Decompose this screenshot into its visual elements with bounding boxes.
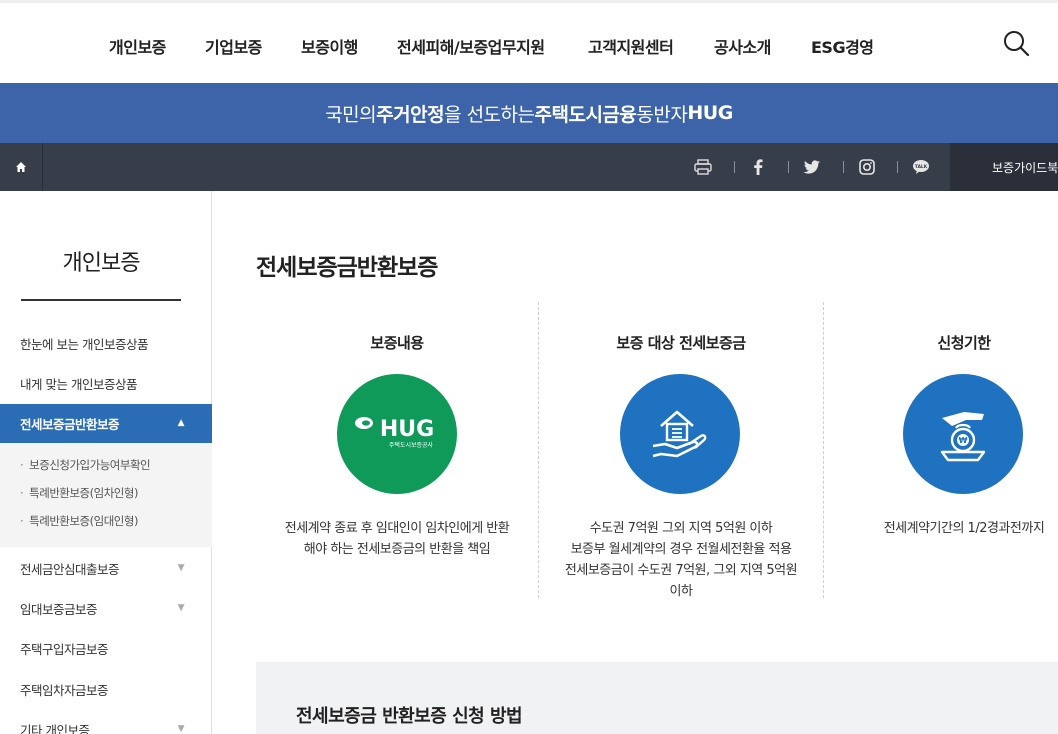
sidebar-item-label: 주택임차자금보증 <box>20 682 109 698</box>
sidebar-item-label: 기타 개인보증 <box>20 722 90 734</box>
search-icon[interactable] <box>1002 29 1032 59</box>
facebook-icon[interactable] <box>748 157 768 177</box>
guide-book-button[interactable]: 보증가이드북 <box>950 143 1058 191</box>
svg-text:HUG: HUG <box>380 417 434 442</box>
money-bag-hand-icon: ₩ <box>903 374 1023 494</box>
slogan-bold-1: 주거안정 <box>376 103 445 126</box>
gnb-item-guarantee-performance[interactable]: 보증이행 <box>301 34 358 58</box>
section-title: 전세보증금 반환보증 신청 방법 <box>296 706 523 727</box>
column-description: 전세계약 종료 후 임대인이 임차인에게 반환 해야 하는 전세보증금의 반환을… <box>284 521 510 557</box>
page-title: 전세보증금반환보증 <box>256 255 438 281</box>
submenu-item-special-return-tenant[interactable]: 특례반환보증(임차인형) <box>20 485 138 501</box>
sidebar-title-underline <box>21 299 181 301</box>
submenu-item-special-return-landlord[interactable]: 특례반환보증(임대인형) <box>20 513 138 529</box>
chevron-up-icon: ▲ <box>177 418 185 428</box>
sidebar-item-label: 전세보증금반환보증 <box>20 417 120 432</box>
gnb-item-jeonse-damage-support[interactable]: 전세피해/보증업무지원 <box>397 34 545 58</box>
info-column-target-deposit: 보증 대상 전세보증금 수도권 7억원 그외 지역 5억원 이하 보증부 월세계… <box>539 302 823 599</box>
svg-text:주택도시보증공사: 주택도시보증공사 <box>389 441 434 449</box>
column-description: 수도권 7억원 그외 지역 5억원 이하 보증부 월세계약의 경우 전월세전환율… <box>564 521 798 599</box>
sidebar-item-jeonse-return[interactable]: 전세보증금반환보증 ▲ <box>0 404 212 443</box>
column-heading: 보증내용 <box>370 334 424 352</box>
sidebar-item-label: 주택구입자금보증 <box>20 641 109 657</box>
sidebar-item-overview[interactable]: 한눈에 보는 개인보증상품 <box>0 323 212 363</box>
sidebar-item-other[interactable]: 기타 개인보증 ▼ <box>0 709 212 734</box>
column-heading: 신청기한 <box>937 334 991 352</box>
sidebar-item-label: 전세금안심대출보증 <box>20 561 120 577</box>
column-heading: 보증 대상 전세보증금 <box>616 334 746 352</box>
gnb-item-esg[interactable]: ESG경영 <box>811 34 874 58</box>
sidebar-item-label: 한눈에 보는 개인보증상품 <box>20 336 148 352</box>
info-column-deadline: 신청기한 ₩ 전세계약기간의 1/2경과전까지 <box>824 302 1058 598</box>
slogan-bold-2: 주택도시금융 <box>534 103 637 126</box>
sidebar-item-home-purchase[interactable]: 주택구입자금보증 <box>0 628 212 668</box>
util-divider <box>734 161 735 173</box>
slogan-bold-3: HUG <box>687 102 733 124</box>
sidebar-submenu: 보증신청가입가능여부확인 특례반환보증(임차인형) 특례반환보증(임대인형) <box>0 443 212 547</box>
home-button[interactable] <box>0 143 43 191</box>
slogan-text-3: 동반자 <box>636 103 688 126</box>
gnb-item-corporate-guarantee[interactable]: 기업보증 <box>205 34 262 58</box>
info-column-guarantee-content: 보증내용 HUG 주택도시보증공사 전세계약 종료 후 임대인이 임차인에게 반… <box>256 302 538 598</box>
sidebar-item-home-lease[interactable]: 주택임차자금보증 <box>0 669 212 709</box>
util-divider <box>788 161 789 173</box>
house-hand-icon <box>620 374 740 494</box>
slogan-text-1: 국민의 <box>325 103 377 126</box>
svg-text:₩: ₩ <box>959 436 968 445</box>
sidebar-item-label: 임대보증금보증 <box>20 601 98 617</box>
slogan-text-2: 을 선도하는 <box>444 103 535 126</box>
chevron-down-icon: ▼ <box>177 603 185 613</box>
chevron-down-icon: ▼ <box>177 563 185 573</box>
sidebar-item-recommended[interactable]: 내게 맞는 개인보증상품 <box>0 363 212 403</box>
sidebar-item-rental-deposit[interactable]: 임대보증금보증 ▼ <box>0 588 212 628</box>
util-divider <box>843 161 844 173</box>
kakaotalk-icon[interactable]: TALK <box>911 157 931 177</box>
slogan-banner: 국민의 주거안정 을 선도하는 주택도시금융 동반자 HUG <box>0 83 1058 143</box>
home-icon <box>16 162 26 172</box>
utility-bar: TALK 보증가이드북 <box>0 143 1058 191</box>
sidebar-item-label: 내게 맞는 개인보증상품 <box>20 376 137 392</box>
submenu-item-eligibility-check[interactable]: 보증신청가입가능여부확인 <box>20 457 150 473</box>
gnb-item-about[interactable]: 공사소개 <box>714 34 771 58</box>
util-divider <box>897 161 898 173</box>
print-icon[interactable] <box>693 157 713 177</box>
hug-logo-icon: HUG 주택도시보증공사 <box>337 374 457 494</box>
sidebar-item-jeonse-loan[interactable]: 전세금안심대출보증 ▼ <box>0 548 212 588</box>
gnb-item-customer-center[interactable]: 고객지원센터 <box>588 34 674 58</box>
column-description: 전세계약기간의 1/2경과전까지 <box>883 521 1045 536</box>
sidebar: 개인보증 한눈에 보는 개인보증상품 내게 맞는 개인보증상품 전세보증금반환보… <box>0 191 212 734</box>
application-method-section: 전세보증금 반환보증 신청 방법 <box>256 662 1058 734</box>
gnb-item-personal-guarantee[interactable]: 개인보증 <box>109 34 166 58</box>
gnb-menu: 개인보증 기업보증 보증이행 전세피해/보증업무지원 고객지원센터 공사소개 E… <box>0 3 1058 86</box>
instagram-icon[interactable] <box>857 157 877 177</box>
svg-text:TALK: TALK <box>915 164 928 170</box>
twitter-icon[interactable] <box>802 157 822 177</box>
chevron-down-icon: ▼ <box>177 724 185 734</box>
sidebar-title: 개인보증 <box>62 251 141 276</box>
global-nav: 개인보증 기업보증 보증이행 전세피해/보증업무지원 고객지원센터 공사소개 E… <box>0 0 1058 83</box>
